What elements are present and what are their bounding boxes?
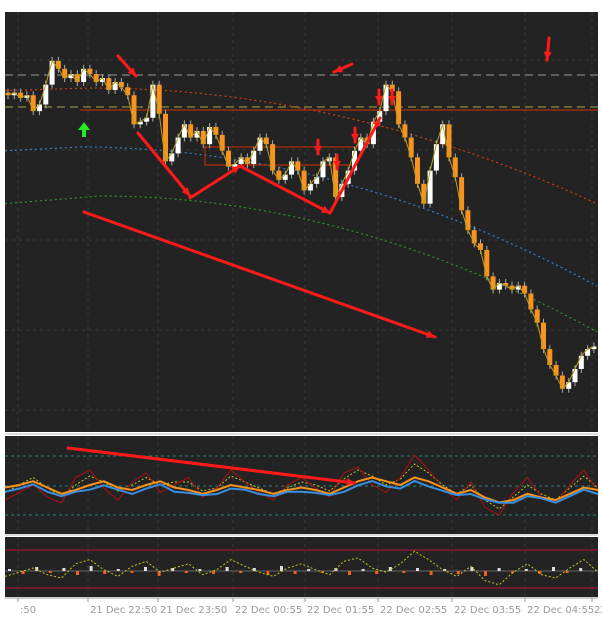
candle-body — [320, 161, 326, 178]
candle-body — [307, 183, 313, 191]
candle-body — [433, 144, 439, 171]
candle-body — [484, 249, 490, 277]
hist-bar — [565, 571, 569, 573]
candle-body — [181, 124, 187, 138]
hist-bar — [130, 571, 134, 573]
hist-bar — [103, 571, 107, 574]
candle-body — [125, 87, 131, 96]
candle-body — [301, 170, 307, 191]
candle-body — [396, 91, 402, 125]
candle-body — [263, 137, 269, 145]
candle-body — [49, 60, 55, 85]
candle-body — [238, 157, 244, 164]
candle-body — [37, 104, 42, 112]
hist-bar — [484, 571, 487, 576]
trading-chart: :50 21 Dec 22:50 21 Dec 23:50 22 Dec 00:55 2… — [0, 0, 602, 625]
candle-body — [87, 68, 93, 75]
candle-body — [566, 382, 572, 389]
candle-body — [427, 170, 433, 204]
hist-bar — [239, 571, 243, 573]
hist-bar — [76, 571, 79, 575]
candle-body — [452, 157, 458, 178]
candle-body — [402, 124, 408, 138]
hist-bar — [524, 569, 528, 571]
candle-body — [383, 84, 389, 112]
candle-body — [465, 210, 471, 231]
candle-body — [43, 84, 49, 105]
hist-bar — [293, 571, 297, 574]
time-tick-label: 22 Dec 00:55 — [235, 605, 302, 616]
hist-bar — [456, 571, 460, 574]
hist-bar — [144, 567, 147, 571]
candle-body — [169, 153, 175, 162]
hist-bar — [552, 567, 555, 571]
candle-body — [528, 293, 534, 310]
candle-body — [200, 130, 206, 145]
candle-body — [314, 177, 320, 184]
candle-body — [282, 174, 288, 180]
time-tick-label: 22 Dec 05 — [594, 605, 602, 616]
candle-body — [55, 60, 61, 69]
candle-body — [156, 84, 162, 114]
hist-bar — [212, 571, 215, 574]
candle-body — [478, 243, 483, 250]
hist-bar — [8, 569, 11, 571]
hist-bar — [429, 571, 433, 575]
hist-bar — [416, 568, 419, 571]
hist-bar — [307, 569, 311, 571]
hist-bar — [62, 568, 66, 571]
candle-body — [226, 150, 231, 167]
candle-body — [131, 95, 137, 125]
candle-body — [219, 134, 225, 151]
candle-body — [251, 150, 257, 164]
hist-bar — [470, 567, 474, 571]
candle-body — [585, 349, 591, 356]
hist-bar — [497, 568, 501, 571]
time-tick-label: 22 Dec 03:55 — [454, 605, 521, 616]
hist-bar — [48, 571, 52, 573]
hist-bar — [280, 566, 283, 571]
hist-bar — [89, 566, 93, 571]
candle-body — [471, 230, 477, 244]
chart-svg: :50 21 Dec 22:50 21 Dec 23:50 22 Dec 00:55 2… — [4, 12, 602, 616]
candle-body — [534, 309, 540, 323]
hist-bar — [348, 571, 351, 575]
time-tick-label: :50 — [20, 605, 36, 616]
hist-bar — [116, 569, 120, 571]
candle-body — [522, 285, 528, 294]
time-tick-label: 22 Dec 04:55 — [527, 605, 594, 616]
candle-body — [547, 349, 553, 365]
candle-body — [295, 161, 301, 171]
candle-body — [446, 124, 452, 158]
time-tick-label: 21 Dec 23:50 — [160, 605, 227, 616]
hist-bar — [184, 571, 188, 573]
candle-body — [270, 144, 276, 171]
candle-body — [175, 137, 181, 154]
candle-body — [578, 355, 584, 369]
time-tick-label: 22 Dec 01:55 — [307, 605, 374, 616]
hist-bar — [402, 571, 406, 573]
time-tick-label: 22 Dec 02:55 — [380, 605, 447, 616]
hist-bar — [198, 569, 202, 571]
candle-body — [572, 368, 578, 383]
candle-body — [150, 84, 156, 118]
time-tick-label: 21 Dec 22:50 — [90, 605, 157, 616]
candle-body — [213, 126, 219, 135]
candle-body — [118, 82, 124, 88]
candle-body — [415, 157, 420, 184]
candle-body — [459, 177, 465, 211]
candle-body — [553, 364, 559, 376]
hist-bar — [375, 571, 379, 574]
hist-bar — [225, 567, 229, 571]
candle-body — [408, 137, 414, 158]
hist-bar — [361, 569, 365, 571]
hist-bar — [579, 568, 583, 571]
candle-body — [541, 322, 546, 350]
candle-body — [163, 113, 168, 162]
